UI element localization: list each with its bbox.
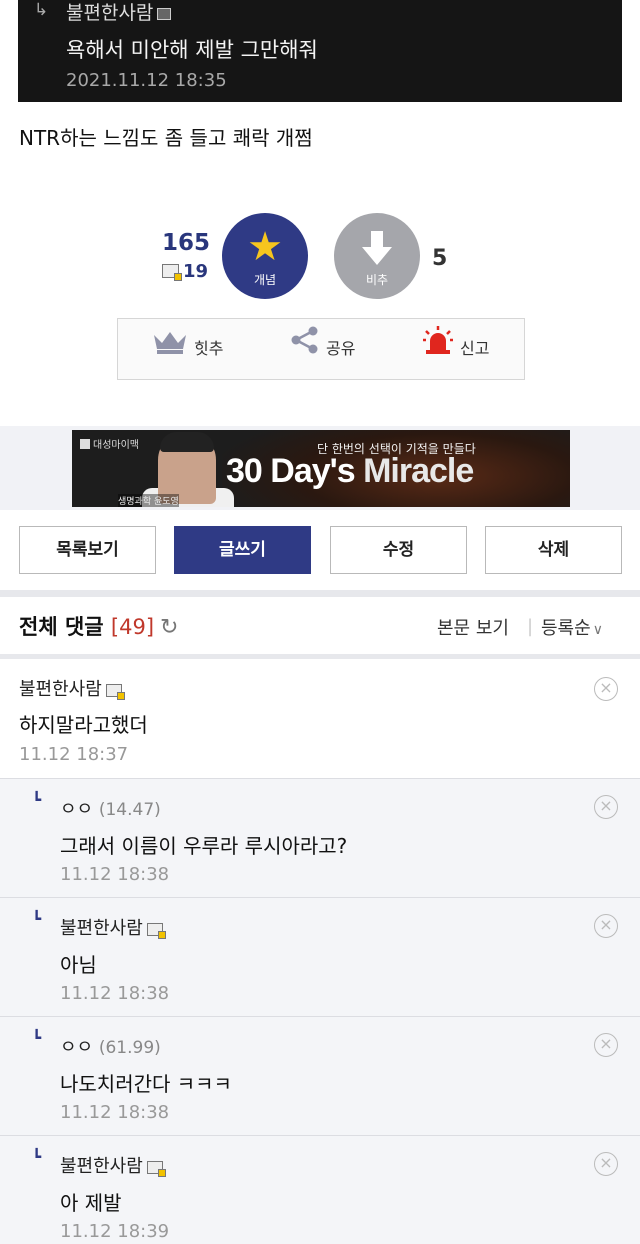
close-circle-icon[interactable]: × [594, 1152, 618, 1176]
reply-arrow-icon: ↳ [34, 0, 49, 20]
quoted-text: 욕해서 미안해 제발 그만해줘 [66, 38, 318, 62]
recommend-label: 개념 [253, 273, 277, 287]
chevron-down-icon: ∨ [592, 622, 603, 638]
hit-button[interactable]: 힛추 [152, 319, 223, 379]
quoted-date: 2021.11.12 18:35 [66, 70, 227, 91]
comment-date: 11.12 18:37 [19, 744, 129, 765]
comment-text: 아 제발 [60, 1191, 122, 1215]
hit-label: 힛추 [194, 339, 224, 358]
banner-headline: 30 Day's Miracle [226, 452, 474, 490]
section-divider [0, 590, 640, 597]
recommend-button[interactable]: ★ 개념 [222, 213, 308, 299]
share-label: 공유 [326, 339, 356, 358]
quoted-comment: ↳ 불편한사람 욕해서 미안해 제발 그만해줘 2021.11.12 18:35 [18, 0, 622, 102]
comment-item: 불편한사람 하지말라고했더 11.12 18:37 × [0, 659, 640, 779]
fixed-nick-icon [157, 7, 172, 20]
comment-text: 하지말라고했더 [19, 713, 148, 737]
siren-icon [422, 320, 454, 380]
list-button[interactable]: 목록보기 [19, 526, 156, 574]
comment-reply-item: ┗ 불편한사람 아 제발 11.12 18:39 × [0, 1136, 640, 1244]
comment-text: 아님 [60, 953, 97, 977]
comment-date: 11.12 18:39 [60, 1221, 170, 1242]
nonrecommend-label: 비추 [365, 273, 389, 287]
fixed-nick-icon [146, 1160, 166, 1177]
reply-arrow-icon: ┗ [32, 1029, 42, 1047]
comment-author[interactable]: ㅇㅇ (14.47) [60, 795, 161, 821]
reply-arrow-icon: ┗ [32, 791, 42, 809]
reply-arrow-icon: ┗ [32, 910, 42, 928]
nonrecommend-count: 5 [432, 246, 448, 271]
comment-order-select[interactable]: 등록순 ∨ [541, 614, 603, 640]
refresh-icon[interactable]: ↻ [160, 615, 178, 640]
comment-text: 그래서 이름이 우루라 루시아라고? [60, 834, 348, 858]
report-button[interactable]: 신고 [422, 319, 489, 379]
down-arrow-icon [334, 225, 420, 269]
comment-date: 11.12 18:38 [60, 864, 170, 885]
comments-title: 전체 댓글 [49] ↻ [19, 615, 179, 640]
close-circle-icon[interactable]: × [594, 795, 618, 819]
comment-date: 11.12 18:38 [60, 983, 170, 1004]
ad-banner-area: 대성마이맥 생명과학 윤도영 단 한번의 선택이 기적을 만들다 30 Day'… [0, 426, 640, 510]
star-icon: ★ [247, 224, 283, 270]
comment-ip: (61.99) [98, 1038, 161, 1058]
comment-author[interactable]: 불편한사람 [19, 675, 125, 701]
header-divider: | [527, 616, 534, 637]
write-button[interactable]: 글쓰기 [174, 526, 311, 574]
comment-author[interactable]: ㅇㅇ (61.99) [60, 1033, 161, 1059]
comment-date: 11.12 18:38 [60, 1102, 170, 1123]
post-action-bar: 힛추 공유 신고 [117, 318, 525, 380]
close-circle-icon[interactable]: × [594, 677, 618, 701]
recommend-count: 165 [161, 230, 210, 256]
close-circle-icon[interactable]: × [594, 914, 618, 938]
fixed-nick-icon [105, 683, 125, 700]
comment-reply-item: ┗ ㅇㅇ (14.47) 그래서 이름이 우루라 루시아라고? 11.12 18… [0, 779, 640, 898]
post-body-text: NTR하는 느낌도 좀 들고 쾌락 개쩜 [19, 126, 313, 150]
close-circle-icon[interactable]: × [594, 1033, 618, 1057]
fixed-recommend-count: 19 [162, 261, 208, 282]
share-button[interactable]: 공유 [290, 319, 355, 379]
banner-brand: 대성마이맥 [80, 436, 139, 451]
crown-icon [152, 320, 188, 380]
comment-reply-item: ┗ 불편한사람 아님 11.12 18:38 × [0, 898, 640, 1017]
banner-teacher: 생명과학 윤도영 [118, 494, 179, 507]
comment-author[interactable]: 불편한사람 [60, 1152, 166, 1178]
comment-text: 나도치러간다 ㅋㅋㅋ [60, 1072, 232, 1096]
comment-count: [49] [110, 615, 155, 639]
delete-button[interactable]: 삭제 [485, 526, 622, 574]
quoted-author: 불편한사람 [66, 0, 172, 25]
fixed-nick-icon [146, 922, 166, 939]
comment-ip: (14.47) [98, 800, 161, 820]
ad-banner[interactable]: 대성마이맥 생명과학 윤도영 단 한번의 선택이 기적을 만들다 30 Day'… [72, 430, 570, 507]
report-label: 신고 [460, 339, 490, 358]
reply-arrow-icon: ┗ [32, 1148, 42, 1166]
comment-reply-item: ┗ ㅇㅇ (61.99) 나도치러간다 ㅋㅋㅋ 11.12 18:38 × [0, 1017, 640, 1136]
share-icon [290, 320, 320, 380]
fixed-nick-icon [162, 264, 182, 281]
comment-author[interactable]: 불편한사람 [60, 914, 166, 940]
edit-button[interactable]: 수정 [330, 526, 467, 574]
nonrecommend-button[interactable]: 비추 [334, 213, 420, 299]
view-post-link[interactable]: 본문 보기 [437, 614, 509, 640]
